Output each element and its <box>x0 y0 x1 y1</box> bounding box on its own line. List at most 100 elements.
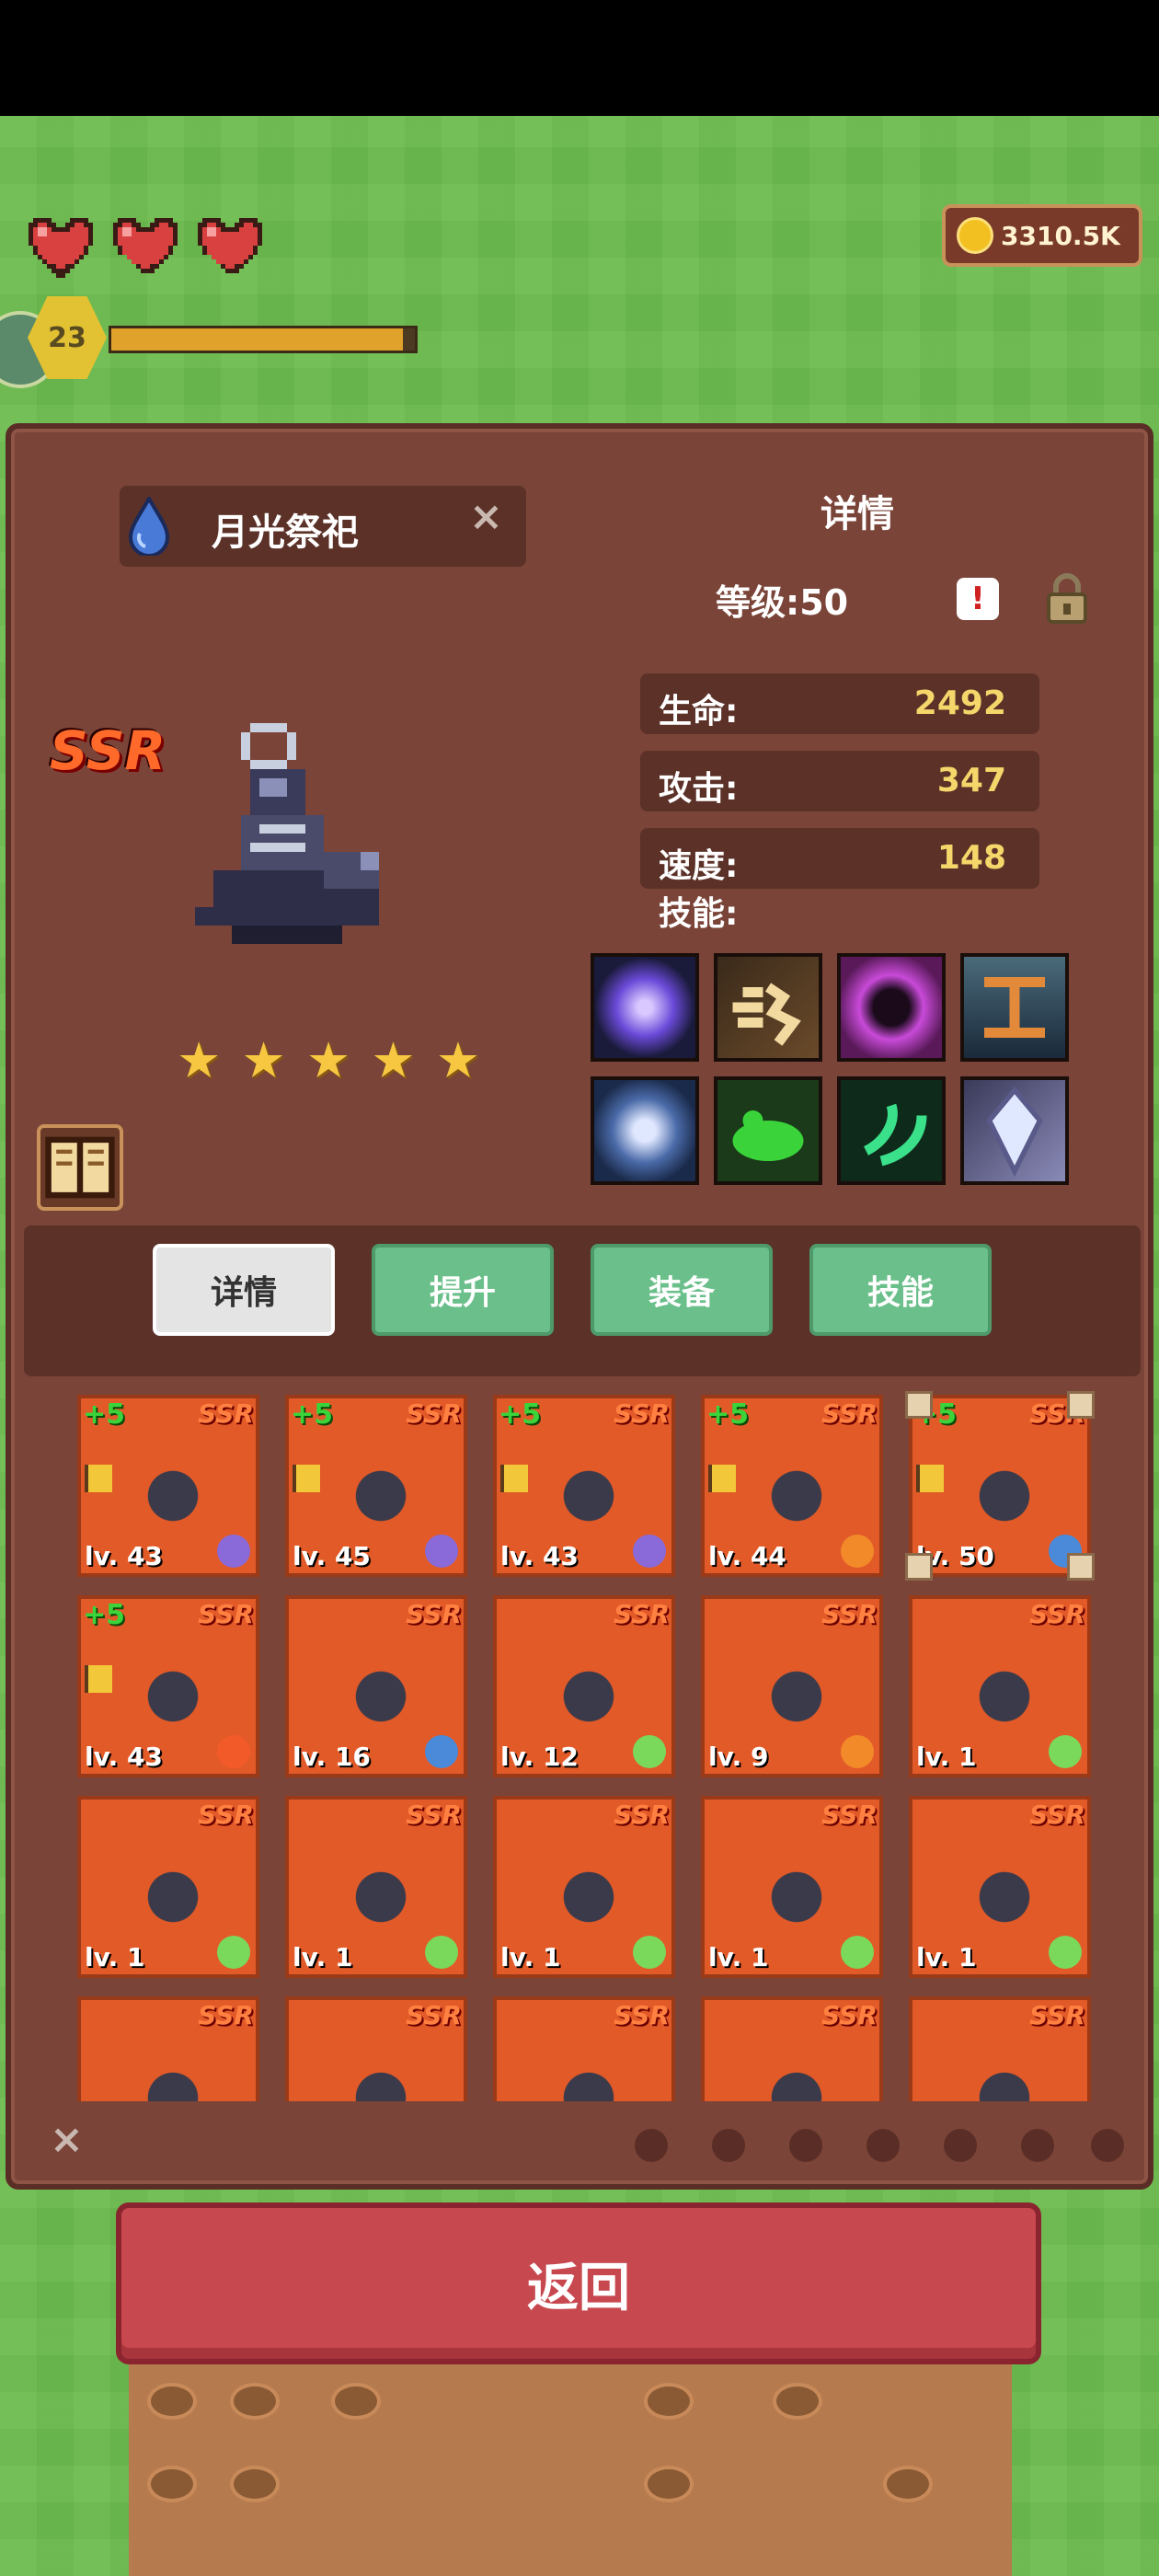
leaf-element-icon <box>425 1936 458 1969</box>
gear-filter-icon[interactable] <box>1021 2129 1054 2162</box>
card-level: lv. 16 <box>293 1742 371 1772</box>
green-slime-skill-icon[interactable] <box>714 1076 822 1185</box>
card-rarity: SSR <box>821 1800 878 1830</box>
tab-upgrade[interactable]: 提升 <box>372 1244 554 1336</box>
fire-filter-icon[interactable] <box>944 2129 977 2162</box>
card-rarity: SSR <box>406 1800 462 1830</box>
coin-counter[interactable]: 3310.5K <box>942 204 1142 267</box>
book-button[interactable] <box>37 1124 123 1211</box>
hero-sprite <box>326 1636 436 1746</box>
card-upgrade-count: +5 <box>291 1398 334 1431</box>
hero-card[interactable]: SSR lv. 1 <box>909 1796 1091 1978</box>
hero-sprite <box>326 2037 436 2101</box>
moon-element-icon <box>217 1535 250 1568</box>
water-filter-icon[interactable] <box>712 2129 745 2162</box>
card-upgrade-count: +5 <box>83 1599 126 1631</box>
hero-sprite <box>118 1636 228 1746</box>
heart-icon <box>113 218 178 273</box>
hero-card[interactable]: SSR lv. 12 <box>493 1595 675 1777</box>
card-level: lv. 43 <box>500 1541 579 1571</box>
moon-element-icon <box>425 1535 458 1568</box>
moon-filter-icon[interactable] <box>1091 2129 1124 2162</box>
stat-label: 攻击: <box>659 770 739 808</box>
skills-label: 技能: <box>659 895 739 933</box>
crystal-skill-icon[interactable] <box>960 1076 1069 1185</box>
hero-card[interactable]: +5 SSR lv. 43 <box>77 1395 259 1577</box>
leaf-element-icon <box>633 1936 666 1969</box>
hero-sprite <box>118 1836 228 1947</box>
hero-sprite <box>534 1636 644 1746</box>
card-level: lv. 43 <box>85 1742 163 1772</box>
hero-card[interactable]: +5 SSR lv. 45 <box>285 1395 467 1577</box>
hero-card[interactable]: +5 SSR lv. 44 <box>701 1395 883 1577</box>
hero-card[interactable]: SSR lv. 9 <box>701 1595 883 1777</box>
leaf-element-icon <box>841 1936 874 1969</box>
hero-card[interactable]: SSR lv. 1 <box>77 1796 259 1978</box>
spiral-skill-icon[interactable] <box>591 1076 699 1185</box>
hero-card[interactable]: +5 SSR lv. 50 <box>905 1391 1095 1581</box>
stat-label: 速度: <box>659 847 739 885</box>
tab-skills[interactable]: 技能 <box>809 1244 992 1336</box>
hero-card[interactable]: SSR lv. 1 <box>285 1796 467 1978</box>
tab-details[interactable]: 详情 <box>153 1244 335 1336</box>
farm-plot[interactable] <box>230 2466 280 2502</box>
hero-sprite <box>326 1435 436 1546</box>
green-wind-skill-icon[interactable] <box>837 1076 946 1185</box>
book-icon <box>45 1136 115 1199</box>
hero-card[interactable]: SSR <box>285 1996 467 2101</box>
farm-plot[interactable] <box>644 2383 694 2420</box>
hero-card[interactable]: +5 SSR lv. 43 <box>493 1395 675 1577</box>
sun-element-icon <box>841 1535 874 1568</box>
alert-icon[interactable]: ! <box>957 578 999 620</box>
card-rarity: SSR <box>198 1398 254 1429</box>
hero-card[interactable]: SSR lv. 1 <box>909 1595 1091 1777</box>
hero-card[interactable]: SSR lv. 1 <box>701 1796 883 1978</box>
card-rarity: SSR <box>198 2000 254 2030</box>
hero-sprite <box>534 2037 644 2101</box>
card-rarity: SSR <box>1029 1599 1085 1629</box>
card-rarity: SSR <box>614 1800 670 1830</box>
shrine-skill-icon[interactable] <box>960 953 1069 1062</box>
card-rarity: SSR <box>821 1599 878 1629</box>
hero-card[interactable]: +5 SSR lv. 43 <box>77 1595 259 1777</box>
hero-sprite <box>195 723 379 944</box>
dash-skill-icon[interactable] <box>714 953 822 1062</box>
hero-roster-grid[interactable]: +5 SSR lv. 43 +5 SSR lv. 45 +5 SSR lv. 43 +5 SSR lv… <box>24 1386 1141 2101</box>
drop-filter-icon[interactable] <box>789 2129 822 2162</box>
farm-plot[interactable] <box>230 2383 280 2420</box>
card-rarity: SSR <box>614 2000 670 2030</box>
sun-element-icon <box>841 1735 874 1768</box>
hero-card[interactable]: SSR lv. 16 <box>285 1595 467 1777</box>
star-rating: ★ ★ ★ ★ ★ <box>177 1036 480 1086</box>
farm-plot[interactable] <box>147 2383 197 2420</box>
card-upgrade-count: +5 <box>706 1398 750 1431</box>
hero-card[interactable]: SSR <box>77 1996 259 2101</box>
selection-corner <box>1067 1553 1095 1581</box>
dark-ring-skill-icon[interactable] <box>837 953 946 1062</box>
tab-equipment[interactable]: 装备 <box>591 1244 773 1336</box>
farm-plot[interactable] <box>773 2383 822 2420</box>
card-level: lv. 45 <box>293 1541 371 1571</box>
lock-icon[interactable] <box>1045 572 1089 624</box>
farm-plot[interactable] <box>644 2466 694 2502</box>
hero-card[interactable]: SSR lv. 1 <box>493 1796 675 1978</box>
shield-filter-icon[interactable] <box>866 2129 900 2162</box>
card-level: lv. 12 <box>500 1742 579 1772</box>
back-button[interactable]: 返回 <box>116 2202 1041 2364</box>
card-rarity: SSR <box>821 1398 878 1429</box>
purple-orb-skill-icon[interactable] <box>591 953 699 1062</box>
close-icon[interactable]: × <box>469 497 503 537</box>
flag-icon <box>85 1465 112 1492</box>
hero-card[interactable]: SSR <box>701 1996 883 2101</box>
hero-card[interactable]: SSR <box>493 1996 675 2101</box>
farm-plot[interactable] <box>331 2383 381 2420</box>
farm-plot[interactable] <box>147 2466 197 2502</box>
farm-plot[interactable] <box>883 2466 933 2502</box>
card-rarity: SSR <box>1029 1800 1085 1830</box>
hero-card[interactable]: SSR <box>909 1996 1091 2101</box>
star-icon: ★ <box>305 1031 351 1089</box>
details-title: 详情 <box>820 493 894 535</box>
star-icon: ★ <box>435 1031 481 1089</box>
clear-filter-icon[interactable]: × <box>50 2116 84 2163</box>
leaf-filter-icon[interactable] <box>635 2129 668 2162</box>
